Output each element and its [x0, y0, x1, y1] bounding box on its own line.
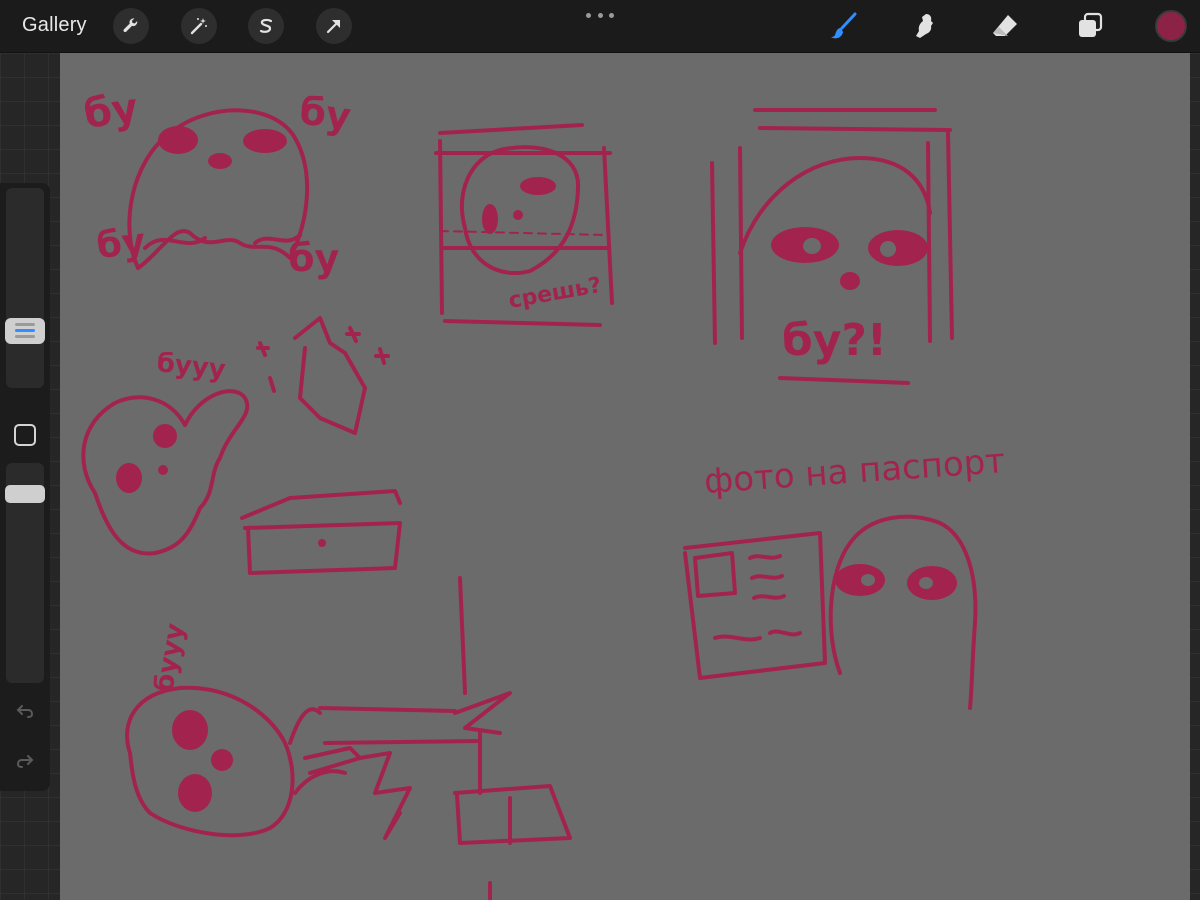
box-top	[240, 489, 402, 520]
thumb-line-active	[15, 329, 35, 332]
brush-icon	[831, 12, 857, 39]
ghost-3-pupil	[880, 241, 896, 257]
passport-line	[768, 629, 802, 637]
drawing-canvas[interactable]: бу бу бу бу срешь? бу?! бууу фото на пас…	[60, 53, 1190, 900]
adjustments-button[interactable]	[181, 8, 217, 44]
thumb-line	[15, 335, 35, 338]
handwritten-text: бууу	[155, 348, 227, 385]
ghost-6-eye	[835, 564, 885, 596]
ghost-6-pupil	[861, 574, 875, 586]
sparkle	[345, 326, 361, 343]
redo-button[interactable]	[12, 748, 38, 774]
handwritten-text: срешь?	[507, 273, 604, 314]
gallery-button[interactable]: Gallery	[22, 14, 87, 37]
passport-line	[752, 594, 786, 600]
ghost-4-nose	[158, 465, 168, 475]
frame-big-left	[710, 161, 717, 345]
ghost-6-pupil	[919, 577, 933, 589]
lightning	[358, 751, 412, 840]
ghost-5-nose	[211, 749, 233, 771]
ghost-1-eye	[243, 129, 287, 153]
dot-icon	[597, 12, 603, 18]
ghost-2-eye	[520, 177, 556, 195]
ghost-3-eye	[868, 230, 928, 266]
more-options-button[interactable]	[586, 10, 614, 20]
wrench-icon	[123, 18, 138, 33]
small-box	[453, 784, 572, 845]
thumb-line	[15, 323, 35, 326]
opacity-thumb[interactable]	[5, 485, 45, 503]
smudge-tool-button[interactable]	[907, 8, 943, 44]
handwritten-text: бу	[95, 221, 148, 267]
square-icon[interactable]	[14, 424, 36, 446]
undo-button[interactable]	[12, 698, 38, 724]
ghost-2-outline	[459, 145, 581, 276]
passport-photo	[693, 551, 737, 598]
undo-icon	[16, 705, 34, 718]
handwritten-text: бууу	[149, 621, 191, 694]
ghost-5-eye	[172, 710, 208, 750]
ghost-5-eye	[178, 774, 212, 812]
magic-wand-icon	[190, 18, 207, 35]
frame-square-right	[602, 146, 614, 305]
ghost-3-nose	[840, 272, 860, 290]
transform-arrow-icon	[326, 19, 341, 34]
frame-square-left	[438, 139, 444, 315]
handwritten-text: бу	[81, 85, 141, 138]
color-picker-swatch[interactable]	[1155, 10, 1187, 42]
box-front	[243, 521, 402, 575]
selection-button[interactable]	[248, 8, 284, 44]
ghost-3-pupil	[803, 238, 821, 254]
ghost-5-arm	[293, 769, 347, 795]
actions-button[interactable]	[113, 8, 149, 44]
frame-square-bottom	[443, 319, 602, 327]
z-shape	[453, 691, 512, 735]
eraser-tool-button[interactable]	[987, 8, 1023, 44]
sparkle	[268, 376, 276, 393]
frame-big-right-2	[946, 131, 954, 340]
procreate-app: Gallery бу бу бу бу срешь? бу?! бууу фот…	[0, 0, 1200, 900]
lamp-bar	[323, 739, 482, 745]
layers-button[interactable]	[1072, 8, 1108, 44]
sparkle	[374, 347, 390, 365]
dot-icon	[609, 12, 614, 18]
ghost-4-eye	[116, 463, 142, 493]
ghost-6-outline	[828, 514, 978, 710]
eraser-icon	[993, 15, 1017, 36]
top-toolbar: Gallery	[0, 0, 1200, 53]
dot-icon	[586, 12, 591, 18]
brush-tool-button[interactable]	[826, 8, 862, 44]
handwritten-text: бу	[297, 88, 354, 139]
brush-size-slider[interactable]	[6, 188, 44, 388]
ghost-4-eye	[153, 424, 177, 448]
smudge-icon	[916, 14, 933, 38]
left-sidebar	[0, 183, 50, 791]
redo-icon	[16, 755, 34, 768]
frame-square-top	[438, 123, 584, 135]
passport-line	[750, 574, 784, 580]
canvas-drawing: бу бу бу бу срешь? бу?! бууу фото на пас…	[81, 85, 1006, 900]
frame-big-bottom	[778, 376, 910, 385]
ghost-5-arm	[288, 707, 322, 745]
frame-big-right	[926, 141, 932, 343]
selection-s-icon	[259, 18, 273, 33]
ghost-1-nose	[208, 153, 232, 169]
handwritten-text: бу?!	[782, 315, 887, 366]
sparkle	[256, 341, 270, 357]
transform-button[interactable]	[316, 8, 352, 44]
ghost-5-outline	[125, 685, 295, 838]
ghost-1-eye	[158, 126, 198, 154]
passport-line	[748, 554, 782, 560]
handwritten-text: бу	[288, 236, 340, 280]
lamp-bar	[318, 706, 457, 713]
layers-icon	[1079, 12, 1103, 37]
ghost-2-nose	[513, 210, 523, 220]
passport-line	[713, 634, 762, 642]
frame-big-top-2	[758, 126, 952, 132]
handwritten-text: фото на паспорт	[703, 441, 1006, 502]
brush-size-thumb[interactable]	[5, 318, 45, 344]
ghost-2-eye	[482, 204, 498, 234]
box-keyhole	[318, 539, 326, 547]
lamp-pole	[458, 576, 467, 695]
